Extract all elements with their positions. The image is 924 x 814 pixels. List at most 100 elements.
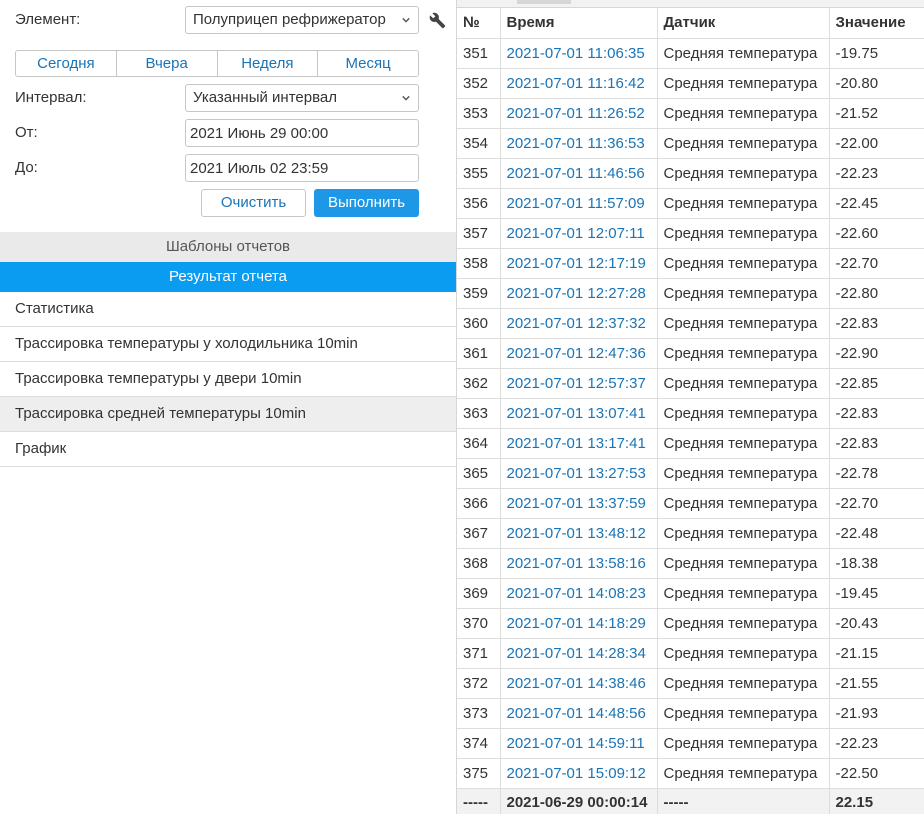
table-row: 357 2021-07-01 12:07:11 Средняя температур… bbox=[457, 218, 924, 249]
column-header-time[interactable]: Время bbox=[500, 8, 658, 39]
cell-time-link[interactable]: 2021-07-01 12:17:19 bbox=[500, 248, 658, 279]
cell-number: 362 bbox=[457, 368, 501, 399]
cell-time-link[interactable]: 2021-07-01 13:37:59 bbox=[500, 488, 658, 519]
table-footer-row: ----- 2021-06-29 00:00:14 ----- 22.15 bbox=[457, 788, 924, 814]
cell-time-link[interactable]: 2021-07-01 13:27:53 bbox=[500, 458, 658, 489]
from-date-input[interactable] bbox=[185, 119, 419, 147]
cell-number: 353 bbox=[457, 98, 501, 129]
report-item-fridge-temp-trace[interactable]: Трассировка температуры у холодильника 1… bbox=[0, 327, 456, 362]
table-row: 355 2021-07-01 11:46:56 Средняя температур… bbox=[457, 158, 924, 189]
report-templates-tab[interactable]: Шаблоны отчетов bbox=[0, 232, 456, 262]
cell-sensor: Средняя температура bbox=[657, 368, 830, 399]
cell-value: -22.85 bbox=[829, 368, 924, 399]
cell-time-link[interactable]: 2021-07-01 11:26:52 bbox=[500, 98, 658, 129]
to-row: До: bbox=[15, 154, 419, 182]
report-table: № Время Датчик Значение 351 2021-07-01 11… bbox=[457, 8, 924, 814]
table-row: 351 2021-07-01 11:06:35 Средняя температур… bbox=[457, 38, 924, 69]
cell-value: -20.43 bbox=[829, 608, 924, 639]
cell-time-link[interactable]: 2021-07-01 11:16:42 bbox=[500, 68, 658, 99]
cell-time-link[interactable]: 2021-07-01 14:08:23 bbox=[500, 578, 658, 609]
cell-sensor: Средняя температура bbox=[657, 428, 830, 459]
cell-time-link[interactable]: 2021-07-01 12:57:37 bbox=[500, 368, 658, 399]
cell-value: -22.60 bbox=[829, 218, 924, 249]
wrench-icon[interactable] bbox=[429, 12, 446, 29]
report-item-chart[interactable]: График bbox=[0, 432, 456, 467]
cell-time-link[interactable]: 2021-07-01 14:59:11 bbox=[500, 728, 658, 759]
cell-time-link[interactable]: 2021-07-01 14:18:29 bbox=[500, 608, 658, 639]
cell-time-link[interactable]: 2021-07-01 12:07:11 bbox=[500, 218, 658, 249]
cell-time-link[interactable]: 2021-07-01 11:57:09 bbox=[500, 188, 658, 219]
cell-time-link[interactable]: 2021-07-01 15:09:12 bbox=[500, 758, 658, 789]
cell-sensor: Средняя температура bbox=[657, 548, 830, 579]
table-row: 352 2021-07-01 11:16:42 Средняя температур… bbox=[457, 68, 924, 99]
column-header-sensor[interactable]: Датчик bbox=[657, 8, 830, 39]
cell-number: 351 bbox=[457, 38, 501, 69]
table-row: 373 2021-07-01 14:48:56 Средняя температур… bbox=[457, 698, 924, 729]
period-today-button[interactable]: Сегодня bbox=[16, 51, 117, 76]
cell-number: 361 bbox=[457, 338, 501, 369]
cell-value: -18.38 bbox=[829, 548, 924, 579]
cell-number: 358 bbox=[457, 248, 501, 279]
cell-value: -22.23 bbox=[829, 728, 924, 759]
cell-sensor: Средняя температура bbox=[657, 638, 830, 669]
cell-value: -22.23 bbox=[829, 158, 924, 189]
cell-sensor: Средняя температура bbox=[657, 608, 830, 639]
cell-time-link[interactable]: 2021-07-01 11:46:56 bbox=[500, 158, 658, 189]
cell-time-link[interactable]: 2021-07-01 11:06:35 bbox=[500, 38, 658, 69]
from-row: От: bbox=[15, 119, 419, 147]
cell-time-link[interactable]: 2021-07-01 12:37:32 bbox=[500, 308, 658, 339]
run-button[interactable]: Выполнить bbox=[314, 189, 419, 217]
column-header-number[interactable]: № bbox=[457, 8, 501, 39]
table-row: 366 2021-07-01 13:37:59 Средняя температур… bbox=[457, 488, 924, 519]
period-week-button[interactable]: Неделя bbox=[217, 51, 319, 76]
cell-number: 370 bbox=[457, 608, 501, 639]
column-header-value[interactable]: Значение bbox=[829, 8, 924, 39]
cell-number: 371 bbox=[457, 638, 501, 669]
cell-number: 360 bbox=[457, 308, 501, 339]
chevron-down-icon bbox=[402, 17, 410, 23]
cell-time-link[interactable]: 2021-07-01 14:38:46 bbox=[500, 668, 658, 699]
table-row: 358 2021-07-01 12:17:19 Средняя температур… bbox=[457, 248, 924, 279]
cell-time-link[interactable]: 2021-07-01 14:28:34 bbox=[500, 638, 658, 669]
cell-number: 368 bbox=[457, 548, 501, 579]
cell-number: 375 bbox=[457, 758, 501, 789]
cell-number: 352 bbox=[457, 68, 501, 99]
table-row: 369 2021-07-01 14:08:23 Средняя температур… bbox=[457, 578, 924, 609]
cell-value: -22.50 bbox=[829, 758, 924, 789]
interval-select[interactable]: Указанный интервал bbox=[185, 84, 419, 112]
to-date-input[interactable] bbox=[185, 154, 419, 182]
period-selector: Сегодня Вчера Неделя Месяц bbox=[15, 50, 419, 77]
cell-sensor: Средняя температура bbox=[657, 398, 830, 429]
cell-number: 369 bbox=[457, 578, 501, 609]
table-row: 374 2021-07-01 14:59:11 Средняя температур… bbox=[457, 728, 924, 759]
report-item-door-temp-trace[interactable]: Трассировка температуры у двери 10min bbox=[0, 362, 456, 397]
cell-number: 366 bbox=[457, 488, 501, 519]
report-item-avg-temp-trace[interactable]: Трассировка средней температуры 10min bbox=[0, 397, 456, 432]
cell-number: 364 bbox=[457, 428, 501, 459]
cell-time-link[interactable]: 2021-07-01 11:36:53 bbox=[500, 128, 658, 159]
cell-time-link[interactable]: 2021-07-01 12:47:36 bbox=[500, 338, 658, 369]
cell-number: 354 bbox=[457, 128, 501, 159]
table-row: 364 2021-07-01 13:17:41 Средняя температур… bbox=[457, 428, 924, 459]
cell-time-link[interactable]: 2021-07-01 14:48:56 bbox=[500, 698, 658, 729]
element-label: Элемент: bbox=[15, 11, 81, 28]
cell-time-link[interactable]: 2021-07-01 13:17:41 bbox=[500, 428, 658, 459]
report-item-statistics[interactable]: Статистика bbox=[0, 292, 456, 327]
from-label: От: bbox=[15, 124, 38, 141]
clear-button[interactable]: Очистить bbox=[201, 189, 306, 217]
cell-value: -21.52 bbox=[829, 98, 924, 129]
report-results-tab[interactable]: Результат отчета bbox=[0, 262, 456, 292]
cell-number: 359 bbox=[457, 278, 501, 309]
table-row: 363 2021-07-01 13:07:41 Средняя температур… bbox=[457, 398, 924, 429]
cell-number: 365 bbox=[457, 458, 501, 489]
element-select[interactable]: Полуприцеп рефрижератор bbox=[185, 6, 419, 34]
result-tab-indicator bbox=[517, 0, 571, 4]
cell-time-link[interactable]: 2021-07-01 13:07:41 bbox=[500, 398, 658, 429]
cell-value: -20.80 bbox=[829, 68, 924, 99]
cell-time-link[interactable]: 2021-07-01 13:48:12 bbox=[500, 518, 658, 549]
cell-time-link[interactable]: 2021-07-01 13:58:16 bbox=[500, 548, 658, 579]
period-yesterday-button[interactable]: Вчера bbox=[116, 51, 218, 76]
cell-sensor: Средняя температура bbox=[657, 98, 830, 129]
period-month-button[interactable]: Месяц bbox=[318, 51, 418, 76]
cell-time-link[interactable]: 2021-07-01 12:27:28 bbox=[500, 278, 658, 309]
